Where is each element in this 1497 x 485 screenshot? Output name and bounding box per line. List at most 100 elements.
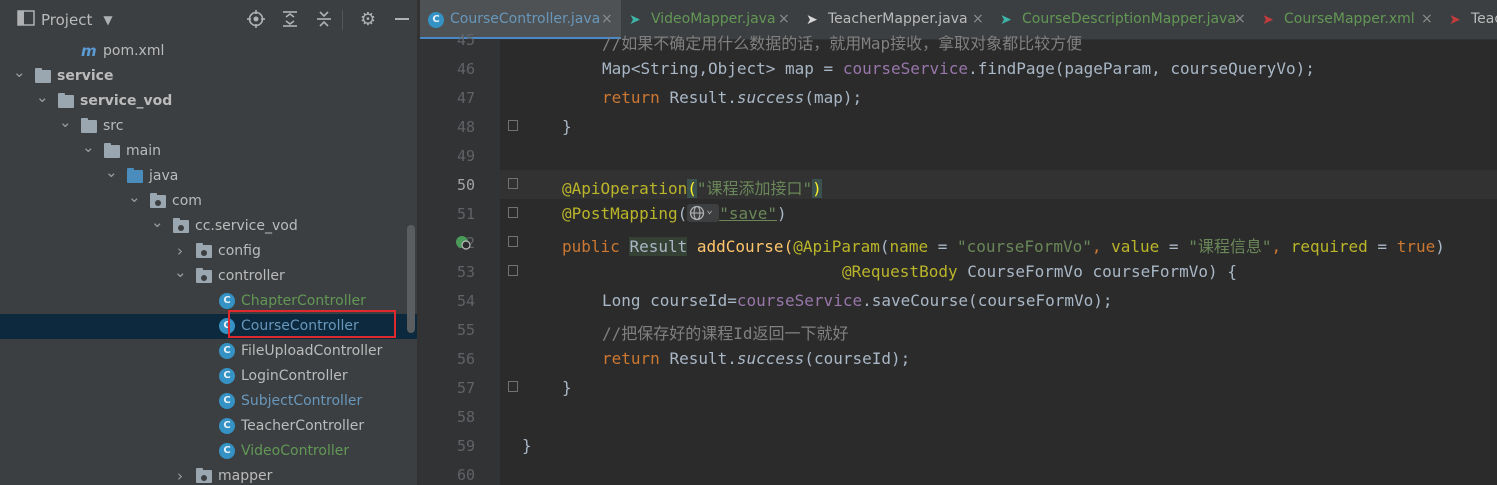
tree-item-label: java [149, 168, 179, 184]
tree-item[interactable]: ⌄ src [0, 114, 417, 139]
tree-item[interactable]: m pom.xml [0, 39, 417, 64]
fold-marker[interactable] [508, 236, 518, 247]
minimize-icon[interactable] [392, 10, 412, 30]
code-token: Map<String,Object> map = [602, 59, 843, 78]
tree-item[interactable]: ⌄ cc.service_vod [0, 214, 417, 239]
tree-item[interactable]: ⌄ controller [0, 264, 417, 289]
class-icon: C [219, 343, 235, 359]
code-field: courseService [842, 59, 969, 78]
editor-tab[interactable]: ➤ CourseMapper.xml × [1254, 0, 1441, 39]
close-icon[interactable]: × [778, 11, 790, 27]
code-line-56: return Result.success(courseId); [522, 349, 910, 368]
chevron-down-icon[interactable]: ⌄ [151, 214, 164, 230]
tree-item[interactable]: ⌄ main [0, 139, 417, 164]
chevron-down-icon[interactable]: ⌄ [105, 164, 118, 180]
chevron-down-icon[interactable]: ▼ [98, 10, 118, 30]
close-icon[interactable]: × [1234, 11, 1246, 27]
chevron-right-icon[interactable]: › [174, 468, 186, 484]
tree-item[interactable]: ⌄ com [0, 189, 417, 214]
code-paren: ( [687, 179, 697, 198]
code-token: (map); [804, 88, 863, 107]
tree-item-label: ChapterController [241, 293, 366, 309]
chevron-right-icon[interactable]: › [174, 243, 186, 259]
package-dot [155, 200, 161, 206]
fold-marker[interactable] [508, 120, 518, 131]
expand-all-icon[interactable] [280, 10, 300, 30]
close-icon[interactable]: × [972, 11, 984, 27]
fold-marker[interactable] [508, 207, 518, 218]
fold-marker[interactable] [508, 265, 518, 276]
tree-item-label: main [126, 143, 161, 159]
code-param-name: required [1290, 237, 1368, 256]
code-token: .findPage(pageParam, courseQueryVo); [968, 59, 1315, 78]
selection-highlight-box [228, 310, 396, 338]
code-line-48: } [522, 117, 572, 136]
code-paren: ) [812, 179, 822, 198]
chevron-down-icon[interactable]: ⌄ [36, 89, 49, 105]
package-icon [173, 218, 189, 233]
fold-marker[interactable] [508, 178, 518, 189]
package-dot [201, 275, 207, 281]
tree-item-label: cc.service_vod [195, 218, 298, 234]
tree-item[interactable]: C LoginController [0, 364, 417, 389]
project-panel-header: Project ▼ ⚙ [0, 0, 417, 40]
class-icon: C [428, 12, 444, 28]
close-icon[interactable]: × [601, 11, 613, 27]
code-token: Result. [669, 349, 737, 368]
folder-icon [58, 93, 74, 108]
tree-item-label: src [103, 118, 124, 134]
code-field: courseService [736, 291, 863, 310]
tree-item[interactable]: ⌄ java [0, 164, 417, 189]
tree-item[interactable]: ⌄ service [0, 64, 417, 89]
class-icon: C [219, 443, 235, 459]
code-line-51: @PostMapping(⌄ "save") [522, 203, 787, 223]
code-annotation: @ApiOperation [562, 179, 688, 198]
code-param-name: name [889, 237, 929, 256]
tab-label: TeacherMapper.java [828, 11, 968, 27]
chevron-down-icon[interactable]: ⌄ [128, 189, 141, 205]
fold-marker[interactable] [508, 381, 518, 392]
chevron-down-icon[interactable]: ⌄ [13, 64, 26, 80]
chevron-down-icon[interactable]: ⌄ [82, 139, 95, 155]
tree-item[interactable]: › config [0, 239, 417, 264]
url-inlay-hint[interactable]: ⌄ [687, 203, 720, 222]
tree-item[interactable]: C SubjectController [0, 389, 417, 414]
code-static-method: success [736, 88, 805, 107]
code-line-57: } [522, 378, 572, 397]
code-line-59: } [522, 436, 532, 455]
chevron-down-icon[interactable]: ⌄ [59, 114, 72, 130]
code-string: "课程添加接口" [696, 179, 813, 198]
project-view-icon[interactable] [16, 10, 36, 30]
tree-item-label: pom.xml [103, 43, 165, 59]
package-dot [201, 475, 207, 481]
tree-item[interactable]: C TeacherController [0, 414, 417, 439]
collapse-all-icon[interactable] [314, 10, 334, 30]
tree-item[interactable]: ⌄ service_vod [0, 89, 417, 114]
locate-file-icon[interactable] [246, 10, 266, 30]
line-number: 50 [456, 176, 475, 194]
line-number: 49 [456, 147, 475, 165]
code-token: .saveCourse(courseFormVo); [862, 291, 1113, 310]
chevron-down-icon[interactable]: ⌄ [174, 264, 187, 280]
tree-item[interactable]: C VideoController [0, 439, 417, 464]
code-comment: //把保存好的课程Id返回一下就好 [602, 324, 849, 343]
tree-item[interactable]: C FileUploadController [0, 339, 417, 364]
code-type: Result [629, 237, 688, 256]
code-comment: //如果不确定用什么数据的话，就用Map接收，拿取对象都比较方便 [602, 34, 1083, 53]
package-dot [178, 225, 184, 231]
project-panel-title[interactable]: Project [41, 11, 92, 29]
tree-item-label: service_vod [80, 93, 173, 109]
tree-item-label: FileUploadController [241, 343, 383, 359]
line-number: 56 [456, 350, 475, 368]
tree-item[interactable]: › mapper [0, 464, 417, 485]
close-icon[interactable]: × [1421, 11, 1433, 27]
editor-tab[interactable]: ➤ Teac [1441, 0, 1497, 39]
tree-item-label: mapper [218, 468, 273, 484]
endpoint-gutter-icon[interactable] [454, 233, 472, 251]
gear-icon[interactable]: ⚙ [358, 10, 378, 30]
code-string[interactable]: "save" [719, 204, 777, 223]
tree-scrollbar[interactable] [407, 225, 415, 333]
header-divider [342, 10, 343, 30]
folder-icon [104, 143, 120, 158]
tree-item-label: LoginController [241, 368, 348, 384]
